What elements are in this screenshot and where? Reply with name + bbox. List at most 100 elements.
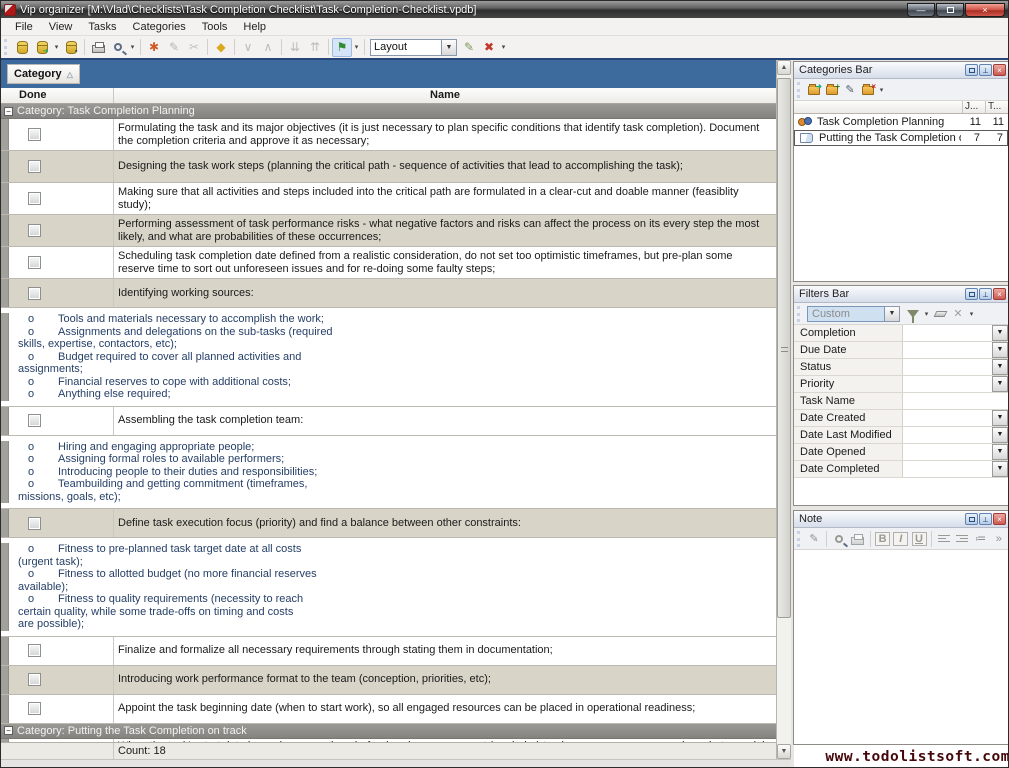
filter-value-field[interactable] bbox=[902, 410, 992, 426]
filter-preset-value[interactable]: Custom bbox=[807, 306, 885, 322]
clear-filter-icon[interactable] bbox=[931, 305, 949, 322]
panel-pin-icon[interactable]: ⟂ bbox=[979, 64, 992, 76]
categories-more-caret[interactable]: ▾ bbox=[877, 86, 886, 94]
menu-file[interactable]: File bbox=[7, 19, 41, 35]
underline-icon[interactable]: U bbox=[910, 530, 928, 547]
task-checkbox[interactable] bbox=[28, 160, 41, 173]
vertical-scrollbar[interactable]: ▲ ▼ bbox=[776, 60, 791, 759]
menu-tools[interactable]: Tools bbox=[194, 19, 236, 35]
sub-list-row[interactable]: oTools and materials necessary to accomp… bbox=[1, 308, 776, 407]
task-row[interactable]: Introducing work performance format to t… bbox=[1, 666, 776, 695]
task-checkbox[interactable] bbox=[28, 256, 41, 269]
panel-pin-icon[interactable]: ⟂ bbox=[979, 288, 992, 300]
layout-combobox[interactable]: Layout ▼ bbox=[370, 39, 457, 56]
new-task-icon[interactable]: ✱ bbox=[144, 38, 164, 57]
task-row[interactable]: Scheduling task completion date defined … bbox=[1, 247, 776, 279]
delete-filter-icon[interactable]: ✕ bbox=[949, 305, 967, 322]
delete-task-icon[interactable]: ✂ bbox=[184, 38, 204, 57]
open-dropdown-caret[interactable]: ▾ bbox=[52, 43, 61, 51]
edit-category-icon[interactable]: ✎ bbox=[841, 81, 859, 98]
filter-value-field[interactable] bbox=[902, 427, 992, 443]
menu-view[interactable]: View bbox=[41, 19, 81, 35]
minimize-button[interactable]: — bbox=[907, 3, 935, 17]
edit-task-icon[interactable]: ✎ bbox=[164, 38, 184, 57]
filter-dropdown-button[interactable]: ▼ bbox=[992, 461, 1008, 477]
filter-dropdown-button[interactable]: ▼ bbox=[992, 376, 1008, 392]
task-checkbox[interactable] bbox=[28, 224, 41, 237]
print-dropdown-caret[interactable]: ▾ bbox=[128, 43, 137, 51]
scrollbar-thumb[interactable] bbox=[777, 78, 791, 618]
group-by-category-button[interactable]: Category △ bbox=[7, 64, 80, 84]
panel-pin-icon[interactable]: ⟂ bbox=[979, 513, 992, 525]
collapse-icon[interactable]: − bbox=[4, 107, 13, 116]
filter-dropdown-button[interactable]: ▼ bbox=[992, 359, 1008, 375]
print-icon[interactable] bbox=[88, 38, 108, 57]
move-up-icon[interactable]: ∧ bbox=[258, 38, 278, 57]
preview-note-icon[interactable] bbox=[830, 530, 848, 547]
bold-icon[interactable]: B bbox=[873, 530, 891, 547]
save-database-icon[interactable]: ▪ bbox=[61, 38, 81, 57]
task-row[interactable]: Formulating the task and its major objec… bbox=[1, 119, 776, 151]
delete-category-icon[interactable]: × bbox=[859, 81, 877, 98]
panel-restore-icon[interactable] bbox=[965, 288, 978, 300]
filter-dropdown-button[interactable]: ▼ bbox=[992, 325, 1008, 341]
assign-icon[interactable]: ◆ bbox=[211, 38, 231, 57]
task-checkbox[interactable] bbox=[28, 287, 41, 300]
note-content[interactable] bbox=[794, 550, 1008, 743]
task-checkbox[interactable] bbox=[28, 702, 41, 715]
task-row[interactable]: Making sure that all activities and step… bbox=[1, 183, 776, 215]
move-down-icon[interactable]: ∨ bbox=[238, 38, 258, 57]
task-checkbox[interactable] bbox=[28, 192, 41, 205]
categories-col1[interactable]: J... bbox=[962, 101, 985, 113]
sub-list-row[interactable]: oFitness to pre-planned task target date… bbox=[1, 538, 776, 637]
note-toolbar-overflow[interactable]: » bbox=[990, 530, 1008, 547]
new-database-icon[interactable] bbox=[12, 38, 32, 57]
align-left-icon[interactable] bbox=[935, 530, 953, 547]
filter-value-field[interactable] bbox=[902, 376, 992, 392]
notifications-icon[interactable]: ⚑ bbox=[332, 38, 352, 57]
print-note-icon[interactable] bbox=[848, 530, 866, 547]
filter-preset-dropdown[interactable]: ▼ bbox=[885, 306, 900, 322]
filter-value-field[interactable] bbox=[902, 393, 1008, 409]
new-category-icon[interactable]: ➜ bbox=[805, 81, 823, 98]
filter-value-field[interactable] bbox=[902, 359, 992, 375]
task-checkbox[interactable] bbox=[28, 414, 41, 427]
filter-dropdown-button[interactable]: ▼ bbox=[992, 444, 1008, 460]
print-preview-icon[interactable] bbox=[108, 38, 128, 57]
bullet-list-icon[interactable]: ≔ bbox=[972, 530, 990, 547]
group-header[interactable]: − Category: Task Completion Planning bbox=[1, 104, 776, 119]
filters-more-caret[interactable]: ▾ bbox=[967, 310, 976, 318]
scroll-up-button[interactable]: ▲ bbox=[777, 60, 791, 75]
panel-close-icon[interactable]: × bbox=[993, 64, 1006, 76]
task-row[interactable]: Designing the task work steps (planning … bbox=[1, 151, 776, 183]
panel-close-icon[interactable]: × bbox=[993, 513, 1006, 525]
menu-categories[interactable]: Categories bbox=[125, 19, 194, 35]
notifications-dropdown-caret[interactable]: ▾ bbox=[352, 43, 361, 51]
task-checkbox[interactable] bbox=[28, 673, 41, 686]
layout-value[interactable]: Layout bbox=[370, 39, 442, 56]
task-row[interactable]: Identifying working sources: bbox=[1, 279, 776, 308]
filter-dropdown-button[interactable]: ▼ bbox=[992, 427, 1008, 443]
filter-preset-combobox[interactable]: Custom ▼ bbox=[807, 306, 900, 322]
scroll-down-button[interactable]: ▼ bbox=[777, 744, 791, 759]
delete-layout-icon[interactable]: ✖ bbox=[479, 38, 499, 57]
task-checkbox[interactable] bbox=[28, 128, 41, 141]
group-header[interactable]: − Category: Putting the Task Completion … bbox=[1, 724, 776, 739]
category-row-selected[interactable]: Putting the Task Completion on track 7 7 bbox=[794, 130, 1008, 146]
edit-note-icon[interactable]: ✎ bbox=[805, 530, 823, 547]
task-row[interactable]: Define task execution focus (priority) a… bbox=[1, 509, 776, 538]
menu-tasks[interactable]: Tasks bbox=[80, 19, 124, 35]
filter-value-field[interactable] bbox=[902, 342, 992, 358]
layout-more-caret[interactable]: ▾ bbox=[499, 43, 508, 51]
move-top-icon[interactable]: ⇈ bbox=[305, 38, 325, 57]
task-checkbox[interactable] bbox=[28, 644, 41, 657]
filter-dropdown-button[interactable]: ▼ bbox=[992, 410, 1008, 426]
task-row[interactable]: Performing assessment of task performanc… bbox=[1, 215, 776, 247]
move-bottom-icon[interactable]: ⇊ bbox=[285, 38, 305, 57]
filter-value-field[interactable] bbox=[902, 325, 992, 341]
apply-layout-icon[interactable]: ✎ bbox=[459, 38, 479, 57]
task-row[interactable]: Assembling the task completion team: bbox=[1, 407, 776, 436]
menu-help[interactable]: Help bbox=[235, 19, 274, 35]
column-header-done[interactable]: Done bbox=[1, 88, 114, 103]
filter-dropdown-caret[interactable]: ▾ bbox=[922, 310, 931, 318]
